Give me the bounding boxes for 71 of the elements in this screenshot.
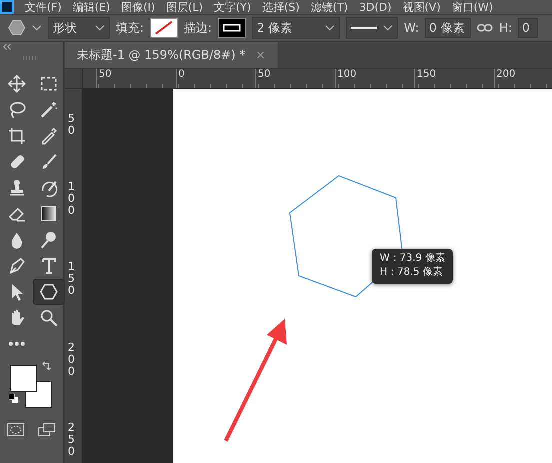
ruler-label: 200: [494, 68, 552, 88]
lollipop-icon: [40, 231, 58, 250]
collapse-arrows-icon[interactable]: [3, 44, 11, 50]
fill-label: 填充:: [116, 20, 144, 38]
document-tab[interactable]: 未标题-1 @ 159%(RGB/8#) * ×: [65, 42, 278, 68]
menu-item[interactable]: 编辑(E): [72, 2, 110, 12]
menu-item[interactable]: 文字(Y): [214, 2, 252, 12]
fill-swatch[interactable]: [150, 18, 178, 38]
history-brush-icon: [40, 179, 58, 198]
menu-item[interactable]: 3D(D): [359, 2, 392, 12]
width-input[interactable]: 0 像素: [425, 18, 472, 38]
grip-icon: [23, 56, 39, 60]
more-dots-icon: [8, 341, 26, 348]
gradient-icon: [40, 205, 58, 224]
eraser-icon: [8, 205, 26, 224]
height-input[interactable]: 0: [518, 18, 538, 38]
stroke-label: 描边:: [184, 20, 212, 38]
caret-icon[interactable]: [32, 25, 42, 32]
dashed-rectangle-icon: [40, 75, 58, 94]
stroke-swatch[interactable]: [218, 18, 246, 38]
no-fill-slash-icon: [153, 21, 176, 36]
menu-item[interactable]: 选择(S): [262, 2, 300, 12]
crop-icon: [8, 127, 26, 146]
ruler-label: 250: [68, 422, 76, 458]
menu-item[interactable]: 图层(L): [166, 2, 204, 12]
eyedropper-icon: [40, 127, 58, 146]
caret-icon: [95, 25, 105, 32]
magic-wand-icon: [40, 101, 58, 120]
lasso-icon: [8, 101, 26, 120]
ruler-label: 100: [68, 180, 76, 218]
rectangle-outline-icon: [223, 24, 242, 32]
ruler-label: 50: [96, 68, 176, 88]
stroke-width-dropdown[interactable]: 2 像素: [252, 17, 340, 40]
app-logo-icon: [0, 0, 14, 14]
ruler-label: 150: [414, 68, 494, 88]
letter-t-icon: [40, 257, 58, 276]
height-label: H:: [499, 20, 512, 38]
hexagon-icon: [40, 283, 58, 302]
dotted-rectangle-icon[interactable]: [6, 423, 25, 438]
menu-item[interactable]: 滤镜(T): [310, 2, 348, 12]
ruler-label: 100: [334, 68, 414, 88]
menu-item[interactable]: 图像(I): [121, 2, 156, 12]
document-title: 未标题-1 @ 159%(RGB/8#) *: [77, 47, 246, 64]
stamp-icon: [8, 179, 26, 198]
width-label: W:: [404, 20, 420, 38]
four-arrows-icon: [8, 75, 26, 94]
default-colors-icon[interactable]: [9, 394, 19, 404]
pen-nib-icon: [8, 257, 26, 276]
swap-arrows-icon[interactable]: [42, 361, 52, 372]
ruler-label: 200: [68, 342, 76, 378]
link-icon[interactable]: [477, 23, 494, 34]
search-icon: [40, 309, 58, 328]
brush-icon: [40, 153, 58, 172]
tooltip-line: H：78.5 像素: [380, 266, 444, 280]
hexagon-icon[interactable]: [8, 20, 26, 36]
tooltip-line: W：73.9 像素: [380, 252, 446, 266]
ruler-label: 150: [68, 261, 76, 298]
caret-icon: [383, 25, 394, 32]
mode-dropdown[interactable]: 形状: [48, 17, 110, 40]
overlapping-windows-icon[interactable]: [38, 423, 56, 438]
solid-line-icon: [351, 26, 378, 30]
caret-icon: [325, 25, 336, 32]
menu-item[interactable]: 文件(F): [25, 2, 62, 12]
color-swatches[interactable]: [10, 365, 52, 408]
menu-item[interactable]: 窗口(W): [452, 2, 494, 12]
menu-item[interactable]: 视图(V): [402, 2, 441, 12]
hexagon-tool[interactable]: [33, 279, 65, 306]
line-style-dropdown[interactable]: [346, 17, 398, 40]
ruler-label: 50: [68, 112, 76, 137]
ruler-label: 50: [255, 68, 334, 88]
ruler-label: 0: [176, 68, 255, 88]
